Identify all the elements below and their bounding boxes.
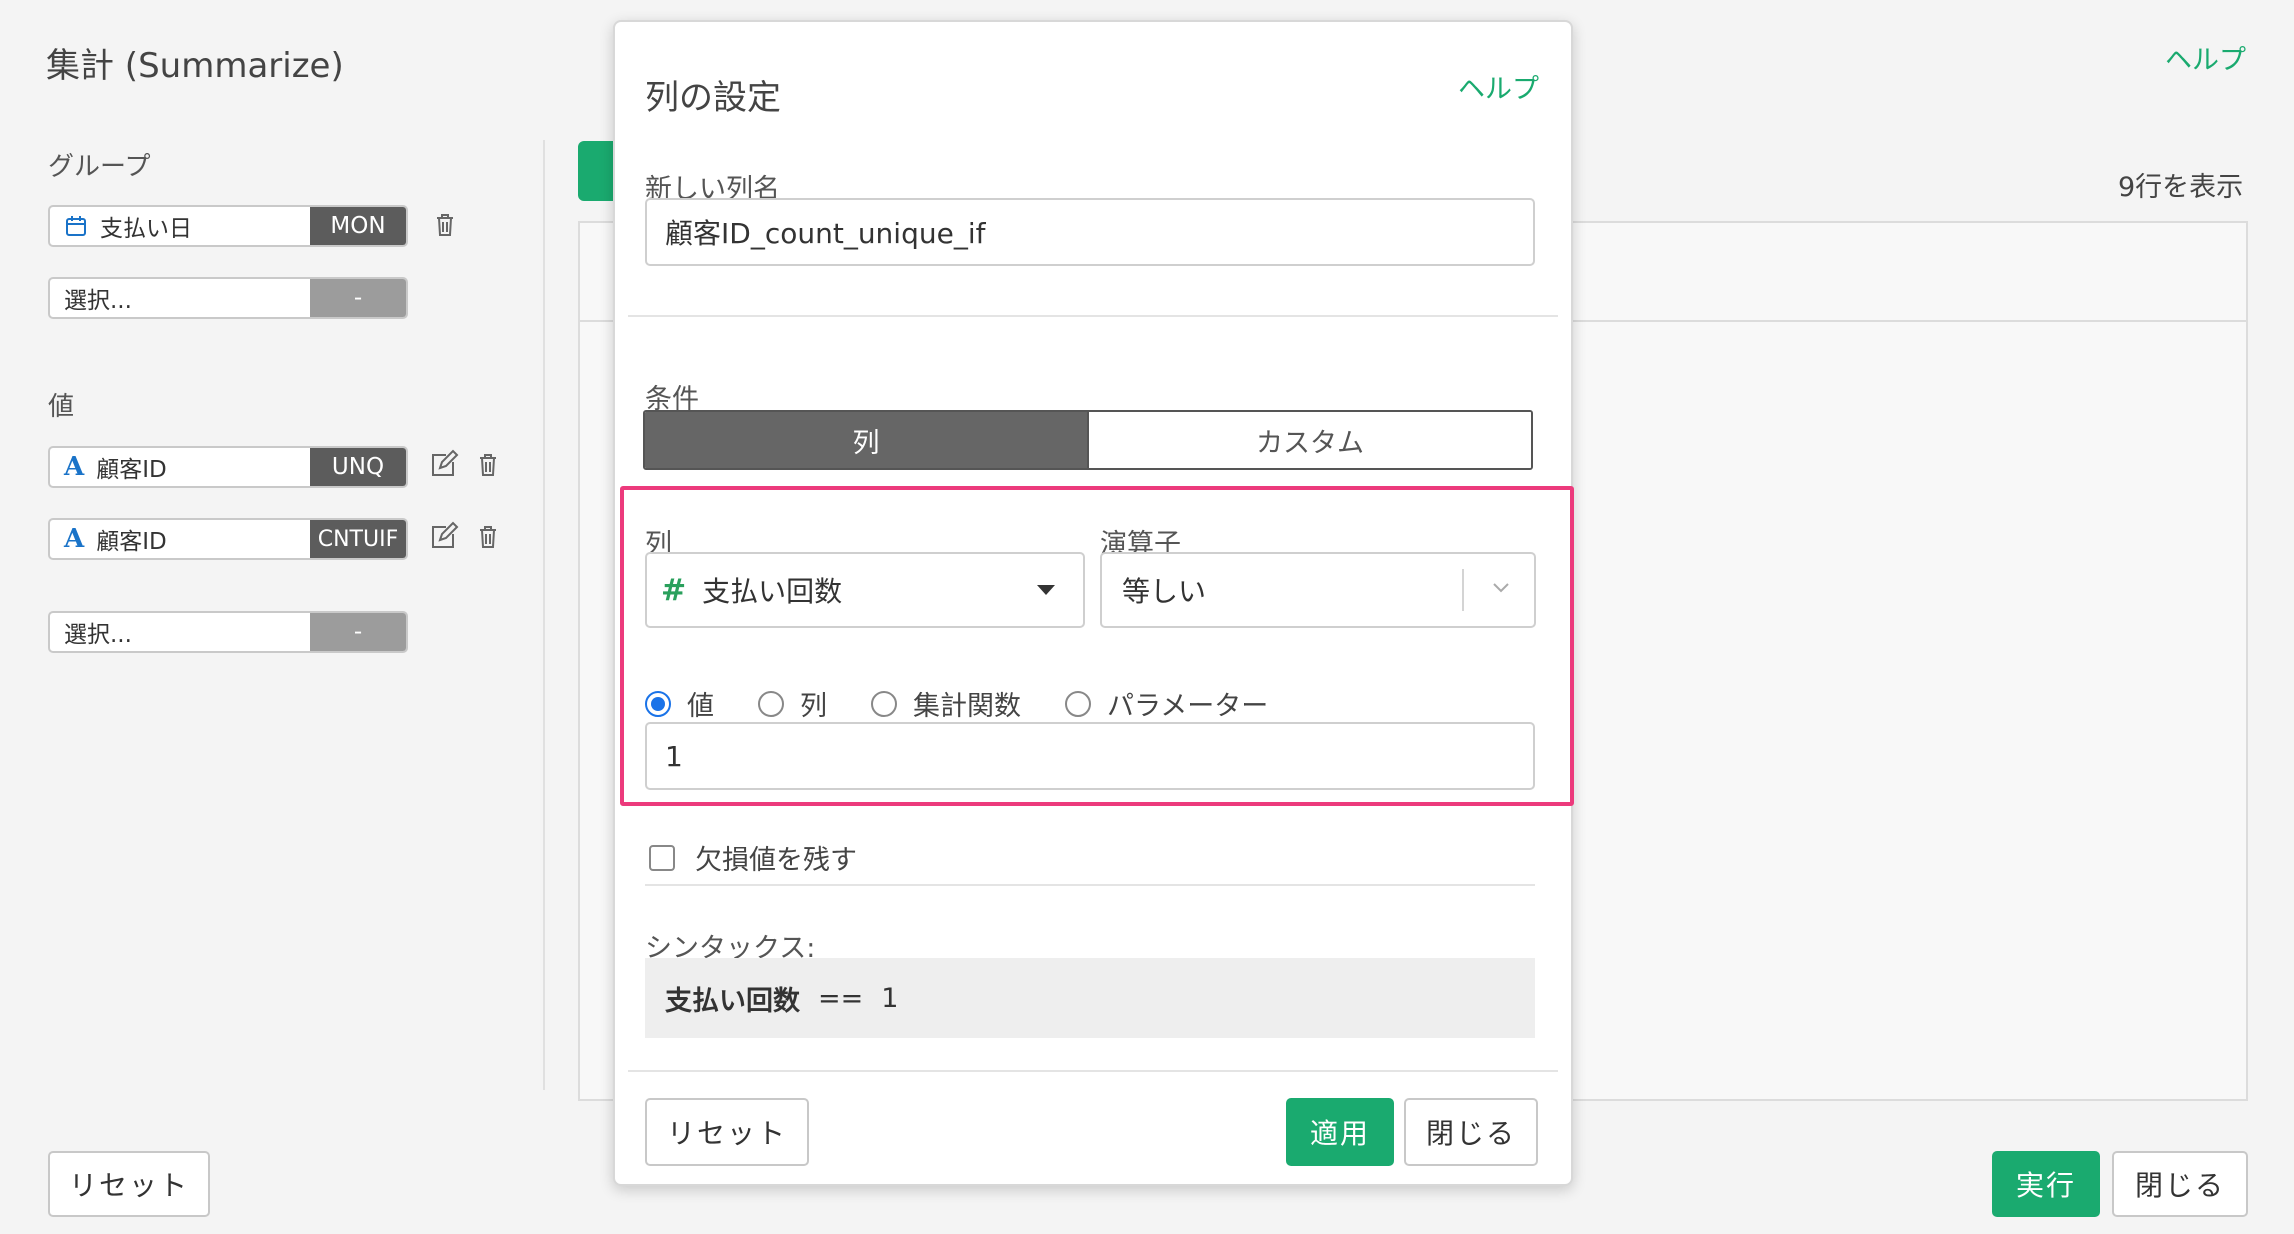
value-type-radio-group: 値 列 集計関数 パラメーター (645, 684, 1312, 723)
edit-icon[interactable] (426, 520, 460, 554)
radio-button[interactable] (871, 690, 897, 717)
value-select-tag[interactable]: - (310, 613, 406, 651)
operator-select[interactable]: 等しい (1100, 552, 1536, 628)
keep-missing-checkbox-row[interactable]: 欠損値を残す (649, 838, 857, 877)
dialog-title: 列の設定 (645, 78, 781, 118)
radio-label: 値 (687, 691, 714, 722)
syntax-preview: 支払い回数 == 1 (645, 958, 1535, 1038)
values-section-label: 値 (48, 392, 75, 422)
trash-icon[interactable] (471, 448, 505, 482)
trash-icon[interactable] (428, 208, 462, 242)
value-field-label: 顧客ID (96, 529, 167, 555)
dialog-close-button[interactable]: 閉じる (1404, 1098, 1538, 1166)
tab-custom[interactable]: カスタム (1087, 412, 1531, 468)
page-title: 集計 (Summarize) (46, 46, 344, 86)
value-aggregation-tag[interactable]: UNQ (310, 448, 406, 486)
syntax-column: 支払い回数 (665, 985, 800, 1017)
sidebar-reset-button[interactable]: リセット (48, 1151, 210, 1217)
dialog-reset-button[interactable]: リセット (645, 1098, 809, 1166)
trash-icon[interactable] (471, 520, 505, 554)
calendar-icon (66, 216, 86, 236)
radio-value[interactable]: 値 (645, 684, 714, 723)
group-field-payment-date[interactable]: 支払い日 MON (48, 205, 408, 247)
group-section-label: グループ (48, 152, 151, 182)
run-button[interactable]: 実行 (1992, 1151, 2100, 1217)
value-field-customer-id-cntuif[interactable]: A 顧客ID CNTUIF (48, 518, 408, 560)
condition-mode-tabs: 列 カスタム (643, 410, 1533, 470)
text-type-icon: A (64, 524, 85, 554)
radio-button[interactable] (1065, 690, 1091, 717)
radio-label: 集計関数 (913, 691, 1021, 722)
radio-label: パラメーター (1107, 691, 1269, 722)
radio-label: 列 (800, 691, 827, 722)
radio-button[interactable] (758, 690, 784, 717)
group-select-tag[interactable]: - (310, 279, 406, 317)
divider (645, 884, 1535, 886)
group-field-select[interactable]: 選択... - (48, 277, 408, 319)
select-separator (1462, 569, 1464, 611)
new-column-name-input[interactable]: 顧客ID_count_unique_if (645, 198, 1535, 266)
group-select-placeholder: 選択... (64, 288, 132, 314)
apply-button[interactable]: 適用 (1286, 1098, 1394, 1166)
keep-missing-label: 欠損値を残す (695, 845, 857, 876)
syntax-value: 1 (881, 982, 899, 1014)
keep-missing-checkbox[interactable] (649, 844, 675, 871)
radio-button[interactable] (645, 690, 671, 717)
value-field-label: 顧客ID (96, 457, 167, 483)
condition-value-input[interactable]: 1 (645, 722, 1535, 790)
value-field-select[interactable]: 選択... - (48, 611, 408, 653)
divider (628, 1070, 1558, 1072)
divider (628, 315, 1558, 317)
radio-column[interactable]: 列 (758, 684, 827, 723)
sidebar-divider (543, 140, 545, 1090)
group-aggregation-tag[interactable]: MON (310, 207, 406, 245)
operator-select-value: 等しい (1122, 575, 1207, 608)
number-type-icon: # (661, 572, 687, 608)
close-button[interactable]: 閉じる (2112, 1151, 2248, 1217)
radio-parameter[interactable]: パラメーター (1065, 684, 1268, 723)
group-field-label: 支払い日 (100, 216, 192, 242)
text-type-icon: A (64, 452, 85, 482)
caret-down-icon (1037, 585, 1055, 595)
help-link[interactable]: ヘルプ (2165, 38, 2246, 77)
column-select-value: 支払い回数 (702, 575, 843, 608)
chevron-down-icon (1493, 583, 1509, 593)
value-aggregation-tag[interactable]: CNTUIF (310, 520, 406, 558)
tab-column[interactable]: 列 (645, 412, 1087, 468)
value-field-customer-id-unq[interactable]: A 顧客ID UNQ (48, 446, 408, 488)
column-select[interactable]: # 支払い回数 (645, 552, 1085, 628)
rows-count: 9行を表示 (2118, 172, 2244, 203)
radio-aggregate-function[interactable]: 集計関数 (871, 684, 1021, 723)
edit-icon[interactable] (426, 448, 460, 482)
value-select-placeholder: 選択... (64, 622, 132, 648)
syntax-operator: == (818, 982, 864, 1014)
column-settings-dialog: 列の設定 ヘルプ 新しい列名 顧客ID_count_unique_if 条件 列… (613, 20, 1574, 1186)
dialog-help-link[interactable]: ヘルプ (1458, 67, 1539, 106)
